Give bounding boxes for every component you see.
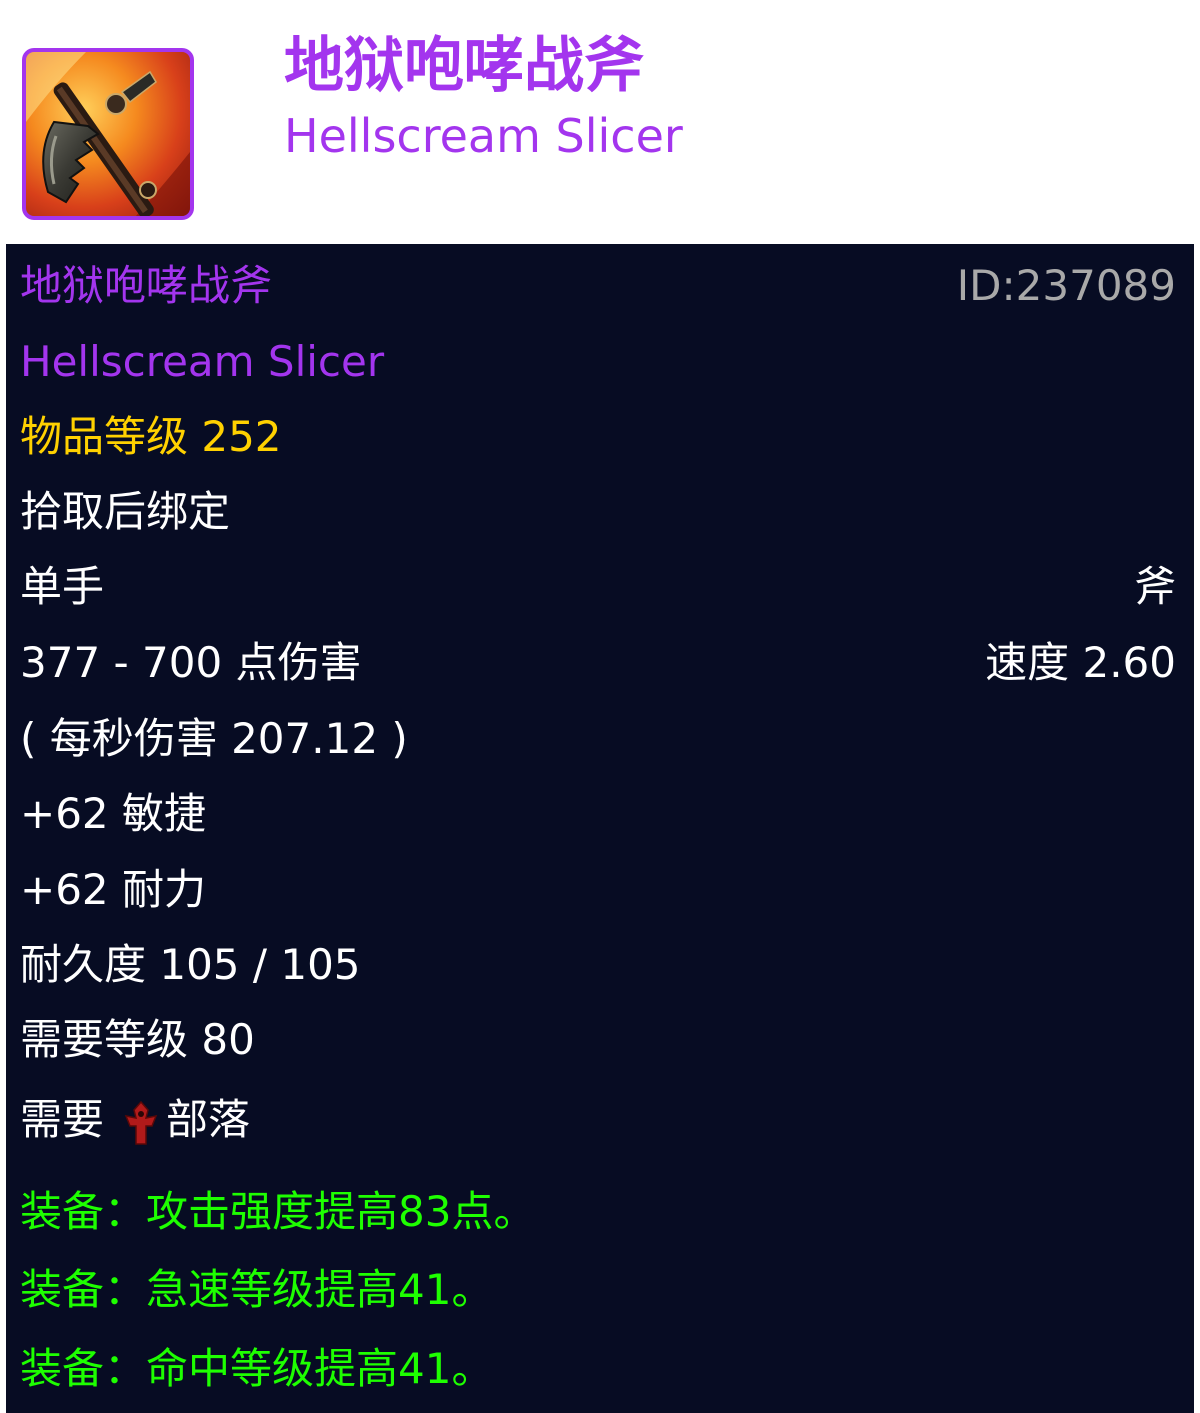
binding-text: 拾取后绑定 — [20, 487, 231, 536]
item-title-chinese: 地狱咆哮战斧 — [284, 31, 644, 101]
agility-row: +62 敏捷 — [6, 776, 1194, 852]
damage-per-second: ( 每秒伤害 207.12 ) — [20, 714, 408, 763]
binding-row: 拾取后绑定 — [6, 474, 1194, 550]
item-level-row: 物品等级 252 — [6, 399, 1194, 475]
stat-agility: +62 敏捷 — [20, 789, 206, 838]
equip-effect-row-3: 装备：命中等级提高41。 — [6, 1331, 1194, 1407]
item-level: 物品等级 252 — [20, 412, 282, 461]
item-title-english: Hellscream Slicer — [284, 109, 683, 163]
slot-row: 单手 斧 — [6, 549, 1194, 625]
weapon-speed: 速度 2.60 — [985, 638, 1176, 687]
item-tooltip: 地狱咆哮战斧 ID:237089 Hellscream Slicer 物品等级 … — [6, 244, 1194, 1413]
equip-effect-haste: 装备：急速等级提高41。 — [20, 1265, 494, 1314]
damage-range: 377 - 700 点伤害 — [20, 638, 362, 687]
faction-name: 部落 — [166, 1095, 251, 1144]
item-id: ID:237089 — [956, 261, 1176, 310]
hellscream-slicer-axe-icon[interactable] — [22, 48, 194, 220]
durability-row: 耐久度 105 / 105 — [6, 927, 1194, 1003]
required-level: 需要等级 80 — [20, 1015, 255, 1064]
dps-row: ( 每秒伤害 207.12 ) — [6, 701, 1194, 777]
equip-effect-row-1: 装备：攻击强度提高83点。 — [6, 1174, 1194, 1250]
damage-row: 377 - 700 点伤害 速度 2.60 — [6, 625, 1194, 701]
equip-effect-attack-power: 装备：攻击强度提高83点。 — [20, 1187, 536, 1236]
requires-label: 需要 — [20, 1095, 105, 1144]
stat-stamina: +62 耐力 — [20, 865, 206, 914]
durability: 耐久度 105 / 105 — [20, 940, 361, 989]
stamina-row: +62 耐力 — [6, 852, 1194, 928]
tooltip-name-chinese: 地狱咆哮战斧 — [20, 261, 273, 310]
faction-requirement: 需要 部落 — [20, 1082, 250, 1158]
equip-slot: 单手 — [20, 562, 105, 611]
faction-requirement-row: 需要 部落 — [6, 1082, 1194, 1158]
axe-icon-graphic — [26, 52, 190, 216]
tooltip-name-english: Hellscream Slicer — [20, 337, 385, 386]
equip-effect-hit: 装备：命中等级提高41。 — [20, 1344, 494, 1393]
horde-icon — [122, 1100, 160, 1146]
tooltip-name-row: 地狱咆哮战斧 ID:237089 — [6, 248, 1194, 324]
equip-effect-row-2: 装备：急速等级提高41。 — [6, 1252, 1194, 1328]
weapon-type: 斧 — [1133, 562, 1176, 611]
tooltip-name-english-row: Hellscream Slicer — [6, 324, 1194, 400]
required-level-row: 需要等级 80 — [6, 1002, 1194, 1078]
item-header: 地狱咆哮战斧 Hellscream Slicer — [0, 0, 1200, 243]
